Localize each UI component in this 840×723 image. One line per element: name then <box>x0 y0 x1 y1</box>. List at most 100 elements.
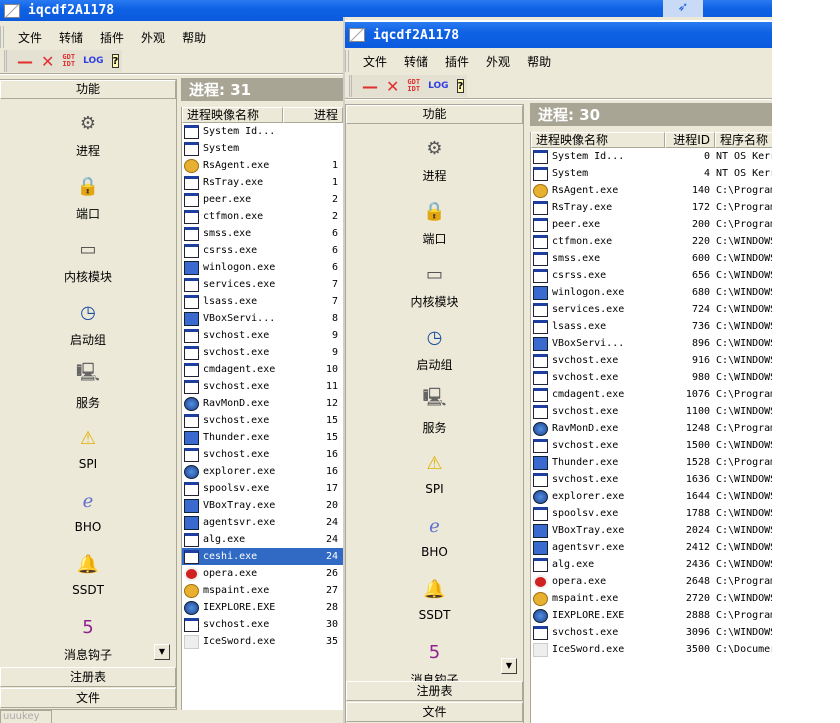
table-row[interactable]: IceSword.exe 35 <box>182 633 343 650</box>
help-button[interactable]: ? <box>111 54 120 68</box>
table-row[interactable]: Thunder.exe 1528 C:\Program <box>531 454 772 471</box>
table-row[interactable]: agentsvr.exe 2412 C:\WINDOWS <box>531 539 772 556</box>
table-row[interactable]: System Id... <box>182 123 343 140</box>
column-header-2[interactable]: 程序名称 <box>715 132 772 148</box>
sidebar-section-0[interactable]: 注册表 <box>0 667 176 687</box>
table-row[interactable]: peer.exe 2 <box>182 191 343 208</box>
sidebar-item-1[interactable]: 🔒 端口 <box>346 196 523 247</box>
table-row[interactable]: lsass.exe 736 C:\WINDOWS <box>531 318 772 335</box>
table-row[interactable]: svchost.exe 916 C:\WINDOWS <box>531 352 772 369</box>
column-header-1[interactable]: 进程ID <box>665 132 715 148</box>
table-row[interactable]: System Id... 0 NT OS Kerr <box>531 148 772 165</box>
menu-item-0[interactable]: 文件 <box>363 53 387 70</box>
table-row[interactable]: Thunder.exe 15 <box>182 429 343 446</box>
table-row[interactable]: RavMonD.exe 1248 C:\Program <box>531 420 772 437</box>
table-row[interactable]: RsAgent.exe 1 <box>182 157 343 174</box>
table-row[interactable]: mspaint.exe 2720 C:\WINDOWS <box>531 590 772 607</box>
menu-item-2[interactable]: 插件 <box>445 53 469 70</box>
table-row[interactable]: ctfmon.exe 2 <box>182 208 343 225</box>
sidebar-item-4[interactable]: 🖳 服务 <box>346 385 523 436</box>
table-row[interactable]: svchost.exe 1500 C:\WINDOWS <box>531 437 772 454</box>
table-row[interactable]: spoolsv.exe 17 <box>182 480 343 497</box>
table-row[interactable]: spoolsv.exe 1788 C:\WINDOWS <box>531 505 772 522</box>
sidebar-item-6[interactable]: ℯ BHO <box>346 511 523 560</box>
column-header-1[interactable]: 进程 <box>283 107 343 123</box>
sidebar-item-1[interactable]: 🔒 端口 <box>0 171 176 222</box>
table-row[interactable]: cmdagent.exe 1076 C:\Program <box>531 386 772 403</box>
table-row[interactable]: System 4 NT OS Kerr <box>531 165 772 182</box>
log-button[interactable]: LOG <box>83 56 103 66</box>
table-row[interactable]: alg.exe 2436 C:\WINDOWS <box>531 556 772 573</box>
title-bar[interactable]: iqcdf2A1178 <box>345 20 772 48</box>
table-row[interactable]: IEXPLORE.EXE 28 <box>182 599 343 616</box>
table-row[interactable]: mspaint.exe 27 <box>182 582 343 599</box>
table-row[interactable]: opera.exe 26 <box>182 565 343 582</box>
table-row[interactable]: smss.exe 600 C:\WINDOWS <box>531 250 772 267</box>
table-row[interactable]: svchost.exe 1636 C:\WINDOWS <box>531 471 772 488</box>
sidebar-item-3[interactable]: ◷ 启动组 <box>346 322 523 373</box>
table-row[interactable]: IEXPLORE.EXE 2888 C:\Program <box>531 607 772 624</box>
menu-item-1[interactable]: 转储 <box>404 53 428 70</box>
taskbar-app-icon[interactable]: ➶ <box>663 0 703 18</box>
table-row[interactable]: winlogon.exe 6 <box>182 259 343 276</box>
table-row[interactable]: svchost.exe 11 <box>182 378 343 395</box>
scroll-down-button[interactable]: ▼ <box>501 658 517 674</box>
menu-item-0[interactable]: 文件 <box>18 29 42 46</box>
table-row[interactable]: svchost.exe 9 <box>182 327 343 344</box>
table-row[interactable]: services.exe 7 <box>182 276 343 293</box>
gdt-idt-button[interactable]: GDT IDT <box>407 79 420 93</box>
sidebar-item-4[interactable]: 🖳 服务 <box>0 360 176 411</box>
scroll-down-button[interactable]: ▼ <box>154 644 170 660</box>
table-row[interactable]: winlogon.exe 680 C:\WINDOWS <box>531 284 772 301</box>
table-row[interactable]: ceshi.exe 24 <box>182 548 343 565</box>
table-row[interactable]: csrss.exe 6 <box>182 242 343 259</box>
table-row[interactable]: csrss.exe 656 C:\WINDOWS <box>531 267 772 284</box>
table-row[interactable]: VBoxTray.exe 20 <box>182 497 343 514</box>
menu-item-3[interactable]: 外观 <box>141 29 165 46</box>
table-row[interactable]: VBoxServi... 8 <box>182 310 343 327</box>
minimize-button[interactable]: — <box>17 52 33 71</box>
table-row[interactable]: RsTray.exe 172 C:\Program <box>531 199 772 216</box>
table-row[interactable]: RsAgent.exe 140 C:\Program <box>531 182 772 199</box>
table-row[interactable]: agentsvr.exe 24 <box>182 514 343 531</box>
sidebar-item-2[interactable]: ▭ 内核模块 <box>0 234 176 285</box>
table-row[interactable]: svchost.exe 15 <box>182 412 343 429</box>
table-row[interactable]: RsTray.exe 1 <box>182 174 343 191</box>
sidebar-item-6[interactable]: ℯ BHO <box>0 486 176 535</box>
sidebar-item-7[interactable]: 🔔 SSDT <box>0 549 176 598</box>
sidebar-item-5[interactable]: ⚠ SPI <box>346 448 523 497</box>
table-row[interactable]: ctfmon.exe 220 C:\WINDOWS <box>531 233 772 250</box>
menu-item-3[interactable]: 外观 <box>486 53 510 70</box>
kill-process-button[interactable]: ✕ <box>41 52 54 71</box>
sidebar-section-0[interactable]: 注册表 <box>346 681 523 701</box>
menu-item-2[interactable]: 插件 <box>100 29 124 46</box>
help-button[interactable]: ? <box>456 79 465 93</box>
column-header-0[interactable]: 进程映像名称 <box>182 107 283 123</box>
sidebar-item-3[interactable]: ◷ 启动组 <box>0 297 176 348</box>
table-row[interactable]: IceSword.exe 3500 C:\Documer <box>531 641 772 658</box>
log-button[interactable]: LOG <box>428 81 448 91</box>
table-row[interactable]: explorer.exe 16 <box>182 463 343 480</box>
table-row[interactable]: svchost.exe 9 <box>182 344 343 361</box>
sidebar-item-7[interactable]: 🔔 SSDT <box>346 574 523 623</box>
sidebar-section-1[interactable]: 文件 <box>346 702 523 722</box>
table-row[interactable]: VBoxTray.exe 2024 C:\WINDOWS <box>531 522 772 539</box>
table-row[interactable]: VBoxServi... 896 C:\WINDOWS <box>531 335 772 352</box>
table-row[interactable]: peer.exe 200 C:\Program <box>531 216 772 233</box>
tab-uuukey[interactable]: uuukey <box>0 710 52 723</box>
table-row[interactable]: opera.exe 2648 C:\Program <box>531 573 772 590</box>
table-row[interactable]: cmdagent.exe 10 <box>182 361 343 378</box>
table-row[interactable]: alg.exe 24 <box>182 531 343 548</box>
table-row[interactable]: RavMonD.exe 12 <box>182 395 343 412</box>
table-row[interactable]: System <box>182 140 343 157</box>
menu-item-4[interactable]: 帮助 <box>527 53 551 70</box>
sidebar-item-5[interactable]: ⚠ SPI <box>0 423 176 472</box>
column-header-0[interactable]: 进程映像名称 <box>531 132 665 148</box>
table-row[interactable]: lsass.exe 7 <box>182 293 343 310</box>
table-row[interactable]: svchost.exe 30 <box>182 616 343 633</box>
sidebar-item-0[interactable]: ⚙ 进程 <box>346 133 523 184</box>
sidebar-item-0[interactable]: ⚙ 进程 <box>0 108 176 159</box>
table-row[interactable]: svchost.exe 1100 C:\WINDOWS <box>531 403 772 420</box>
table-row[interactable]: smss.exe 6 <box>182 225 343 242</box>
sidebar-item-8[interactable]: 5 消息钩子 <box>0 612 176 663</box>
